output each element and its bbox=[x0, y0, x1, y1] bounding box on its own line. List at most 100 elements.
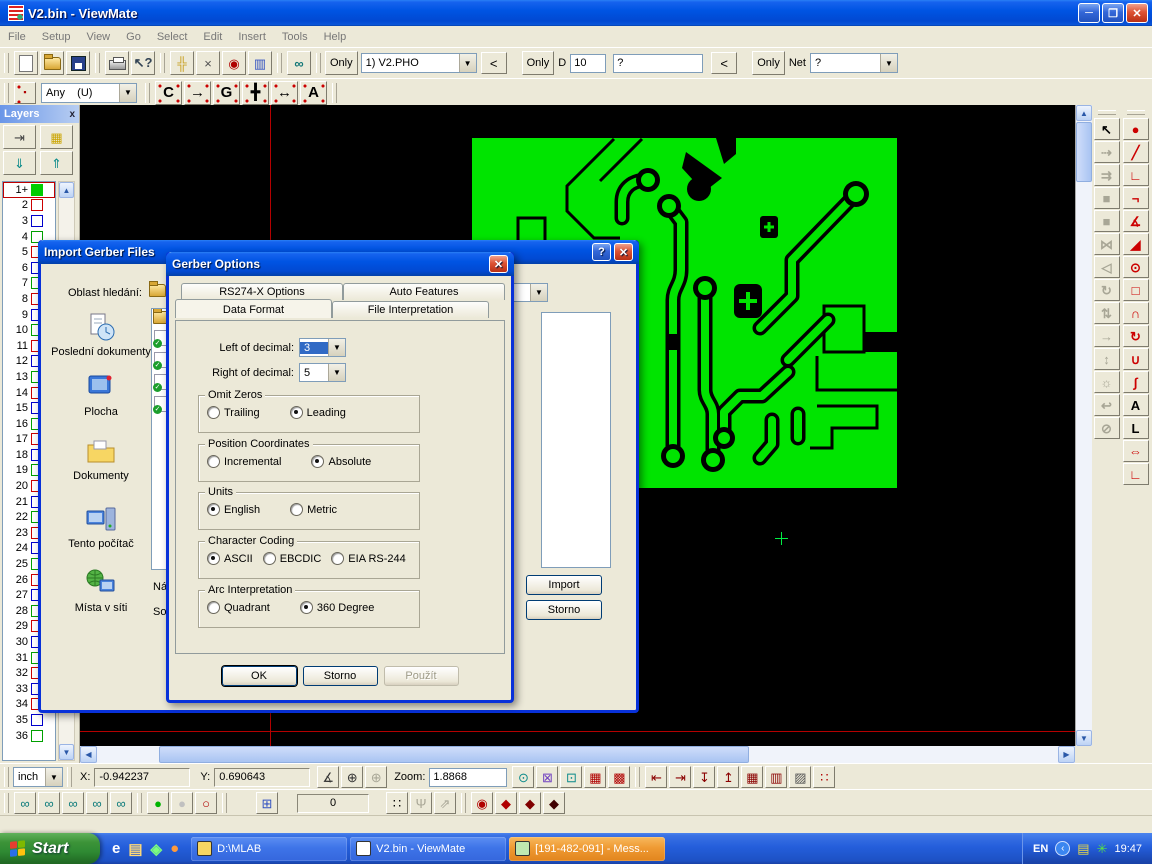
window-titlebar[interactable]: V2.bin - ViewMate ─ ❐ ✕ bbox=[0, 0, 1152, 26]
draw-dimension-tool[interactable]: ⇔ bbox=[1123, 440, 1149, 462]
option-metric[interactable]: Metric bbox=[290, 503, 337, 516]
scroll-left-icon[interactable]: ◀ bbox=[80, 746, 97, 763]
folder-task[interactable]: D:\MLAB bbox=[191, 837, 347, 861]
radio-trailing[interactable] bbox=[207, 406, 220, 419]
chevron-down-icon[interactable]: ▼ bbox=[328, 364, 345, 381]
toolbar-grip[interactable] bbox=[461, 793, 466, 813]
net-combo[interactable]: ? ▼ bbox=[810, 53, 898, 73]
angle-measure-button[interactable]: ∡ bbox=[317, 766, 339, 788]
menu-insert[interactable]: Insert bbox=[230, 29, 274, 45]
canvas-horizontal-scrollbar[interactable]: ◀ ▶ bbox=[80, 746, 1075, 763]
ie-icon[interactable]: e bbox=[112, 840, 120, 857]
layer-row-2[interactable]: 2 bbox=[3, 198, 55, 214]
draw-sketch-tool[interactable]: ∫ bbox=[1123, 371, 1149, 393]
select-span-button[interactable]: ↔ bbox=[271, 81, 298, 105]
toolbar-grip[interactable] bbox=[1127, 110, 1145, 115]
place-dokumenty[interactable]: Dokumenty bbox=[51, 436, 151, 482]
scrollbar-thumb[interactable] bbox=[159, 746, 749, 763]
layer-colors-button[interactable]: ▥ bbox=[248, 51, 272, 75]
toolbar-grip[interactable] bbox=[4, 767, 9, 787]
pour-tool[interactable]: ■ bbox=[1094, 210, 1120, 232]
radio-absolute[interactable] bbox=[311, 455, 324, 468]
scrollbar-thumb[interactable] bbox=[1076, 122, 1092, 182]
option-ascii[interactable]: ASCII bbox=[207, 552, 253, 565]
view-polygons-button[interactable]: ∞ bbox=[62, 792, 84, 814]
language-indicator[interactable]: EN bbox=[1033, 843, 1048, 855]
previous-net-button[interactable]: < bbox=[711, 52, 737, 74]
draw-curve-tool[interactable]: ↻ bbox=[1123, 325, 1149, 347]
firefox-icon[interactable]: ● bbox=[170, 840, 179, 857]
chevron-down-icon[interactable]: ▼ bbox=[459, 54, 476, 72]
scroll-up-icon[interactable]: ▲ bbox=[1076, 105, 1092, 121]
layer-down-button[interactable]: ⇓ bbox=[3, 151, 36, 175]
explorer-icon[interactable]: ▤ bbox=[128, 840, 142, 858]
menu-setup[interactable]: Setup bbox=[34, 29, 79, 45]
menu-edit[interactable]: Edit bbox=[195, 29, 230, 45]
layer-table-button[interactable]: ▦ bbox=[40, 125, 73, 149]
draw-polyline-tool[interactable]: ∟ bbox=[1123, 164, 1149, 186]
pointer-tool[interactable]: ↖ bbox=[1094, 118, 1120, 140]
origin-style-d-button[interactable]: ◆ bbox=[543, 792, 565, 814]
chevron-down-icon[interactable]: ▼ bbox=[119, 84, 136, 102]
toolbar-grip[interactable] bbox=[67, 767, 72, 787]
menu-tools[interactable]: Tools bbox=[274, 29, 316, 45]
toolbar-grip[interactable] bbox=[316, 53, 321, 73]
step-repeat-tool[interactable]: → bbox=[1094, 325, 1120, 347]
ok-button[interactable]: OK bbox=[222, 666, 297, 686]
right-of-decimal-combo[interactable]: 5 ▼ bbox=[299, 363, 346, 382]
anchor-button[interactable]: Ψ bbox=[410, 792, 432, 814]
toolbar-grip[interactable] bbox=[1098, 110, 1116, 115]
option-trailing[interactable]: Trailing bbox=[207, 406, 260, 419]
radio-english[interactable] bbox=[207, 503, 220, 516]
menu-file[interactable]: File bbox=[0, 29, 34, 45]
draw-triangle-tool[interactable]: ◢ bbox=[1123, 233, 1149, 255]
transform-button[interactable]: ▨ bbox=[789, 766, 811, 788]
copy-to-layer-tool[interactable]: ⇉ bbox=[1094, 164, 1120, 186]
radio-leading[interactable] bbox=[290, 406, 303, 419]
layer-color-swatch[interactable] bbox=[31, 184, 43, 196]
menu-go[interactable]: Go bbox=[118, 29, 149, 45]
zoom-tool-button[interactable]: ⊙ bbox=[512, 766, 534, 788]
start-button[interactable]: Start bbox=[0, 833, 100, 864]
move-to-layer-tool[interactable]: ⇢ bbox=[1094, 141, 1120, 163]
scale-tool[interactable]: ⇅ bbox=[1094, 302, 1120, 324]
highlight-off-button[interactable]: ● bbox=[171, 792, 193, 814]
radio-quadrant[interactable] bbox=[207, 601, 220, 614]
layer-combo[interactable]: 1) V2.PHO ▼ bbox=[361, 53, 477, 73]
dock-layer-button[interactable]: ⇥ bbox=[3, 125, 36, 149]
toolbar-grip[interactable] bbox=[4, 53, 9, 73]
radio-eia-rs-244[interactable] bbox=[331, 552, 344, 565]
view-pads-button[interactable]: ∞ bbox=[14, 792, 36, 814]
toolbar-grip[interactable] bbox=[95, 53, 100, 73]
pan-left-button[interactable]: ⇤ bbox=[645, 766, 667, 788]
option-english[interactable]: English bbox=[207, 503, 260, 516]
icq-tray-icon[interactable]: ✳ bbox=[1097, 841, 1108, 857]
grid-a-button[interactable]: ▦ bbox=[741, 766, 763, 788]
place-tento-po-ta[interactable]: Tento počítač bbox=[51, 504, 151, 550]
toolbar-grip[interactable] bbox=[635, 767, 640, 787]
select-text-button[interactable]: A bbox=[300, 81, 327, 105]
draw-rectangle-tool[interactable]: □ bbox=[1123, 279, 1149, 301]
grid-dots-button[interactable]: ∷ bbox=[386, 792, 408, 814]
cancel-button[interactable]: Storno bbox=[526, 600, 602, 620]
toolbar-grip[interactable] bbox=[332, 83, 337, 103]
select-pad-button[interactable]: ╋ bbox=[242, 81, 269, 105]
layer-color-swatch[interactable] bbox=[31, 199, 43, 211]
origin-style-c-button[interactable]: ◆ bbox=[519, 792, 541, 814]
select-mode-combo[interactable]: Any (U) ▼ bbox=[41, 83, 137, 103]
select-group-button[interactable]: G bbox=[213, 81, 240, 105]
gerber-dialog-titlebar[interactable]: Gerber Options ✕ bbox=[166, 252, 514, 276]
scroll-down-icon[interactable]: ▼ bbox=[1076, 730, 1092, 746]
place-posledn-dokumenty[interactable]: Poslední dokumenty bbox=[51, 312, 151, 358]
highlight-dcodes-button[interactable]: ▪ bbox=[14, 82, 36, 104]
chevron-down-icon[interactable]: ▼ bbox=[880, 54, 897, 72]
only-net-button[interactable]: Only bbox=[752, 51, 785, 75]
menu-help[interactable]: Help bbox=[316, 29, 355, 45]
tools-button[interactable]: × bbox=[196, 51, 220, 75]
swap-tool[interactable]: ↕ bbox=[1094, 348, 1120, 370]
select-component-button[interactable]: C bbox=[155, 81, 182, 105]
view-all-button[interactable]: ∞ bbox=[110, 792, 132, 814]
draw-corner-tool[interactable]: ¬ bbox=[1123, 187, 1149, 209]
minimize-button[interactable]: ─ bbox=[1078, 3, 1100, 23]
draw-arc3-tool[interactable]: ∪ bbox=[1123, 348, 1149, 370]
